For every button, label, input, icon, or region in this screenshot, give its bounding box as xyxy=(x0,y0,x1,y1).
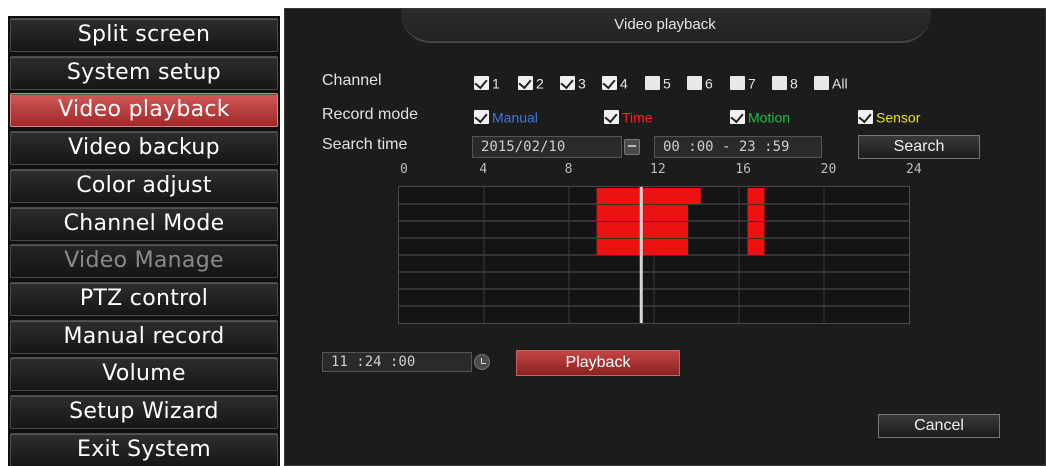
channel-label-text: 3 xyxy=(578,75,586,92)
playback-time-field[interactable]: 11 :24 :00 xyxy=(322,352,472,372)
mode-label-text: Manual xyxy=(492,109,538,126)
hour-tick-label: 20 xyxy=(820,162,837,177)
hour-tick-label: 24 xyxy=(906,162,922,177)
checkbox-icon xyxy=(730,110,745,125)
recording-segment xyxy=(747,205,765,221)
recording-timeline[interactable] xyxy=(398,186,910,324)
checkbox-icon xyxy=(858,110,873,125)
playback-cursor xyxy=(639,187,643,323)
hour-tick-label: 0 xyxy=(400,162,408,177)
channel-1-checkbox[interactable]: 1 xyxy=(474,73,500,91)
title-bar: Video playback xyxy=(285,9,1045,47)
channel-label-text: 7 xyxy=(748,75,756,92)
hour-tick-label: 12 xyxy=(650,162,666,177)
channel-label: Channel xyxy=(322,72,382,89)
record-mode-label: Record mode xyxy=(322,106,419,123)
recording-segment xyxy=(596,188,701,204)
checkbox-icon xyxy=(730,76,745,91)
menu-item-exit-system[interactable]: Exit System xyxy=(10,432,278,466)
channel-5-checkbox[interactable]: 5 xyxy=(645,73,671,91)
mode-time-checkbox[interactable]: Time xyxy=(604,107,653,125)
mode-label-text: Time xyxy=(622,109,653,126)
checkbox-icon xyxy=(687,76,702,91)
search-time-range-field[interactable]: 00 :00 - 23 :59 xyxy=(654,136,822,158)
checkbox-icon xyxy=(474,110,489,125)
cancel-button[interactable]: Cancel xyxy=(878,414,1000,438)
recording-segment xyxy=(747,239,765,255)
recording-segment xyxy=(747,222,765,238)
mode-label-text: Sensor xyxy=(876,109,921,126)
playback-button[interactable]: Playback xyxy=(516,350,680,376)
menu-item-video-manage: Video Manage xyxy=(10,244,278,279)
channel-label-text: All xyxy=(832,75,848,92)
mode-sensor-checkbox[interactable]: Sensor xyxy=(858,107,920,125)
recording-segment xyxy=(747,188,765,204)
window-title: Video playback xyxy=(614,16,716,33)
channel-6-checkbox[interactable]: 6 xyxy=(687,73,713,91)
search-date-field[interactable]: 2015/02/10 xyxy=(472,136,622,158)
timeline-graph xyxy=(399,187,909,323)
checkbox-icon xyxy=(602,76,617,91)
checkbox-icon xyxy=(772,76,787,91)
mode-manual-checkbox[interactable]: Manual xyxy=(474,107,538,125)
channel-label-text: 6 xyxy=(705,75,713,92)
menu-item-color-adjust[interactable]: Color adjust xyxy=(10,168,278,203)
channel-7-checkbox[interactable]: 7 xyxy=(730,73,756,91)
channel-4-checkbox[interactable]: 4 xyxy=(602,73,628,91)
checkbox-icon xyxy=(474,76,489,91)
hour-tick-label: 8 xyxy=(564,162,573,177)
search-button[interactable]: Search xyxy=(858,135,980,159)
channel-all-checkbox[interactable]: All xyxy=(814,73,848,91)
hour-tick-label: 4 xyxy=(479,162,488,177)
menu-item-channel-mode[interactable]: Channel Mode xyxy=(10,206,278,241)
mode-motion-checkbox[interactable]: Motion xyxy=(730,107,790,125)
channel-label-text: 1 xyxy=(492,75,500,92)
channel-label-text: 8 xyxy=(790,75,798,92)
checkbox-icon xyxy=(814,76,829,91)
menu-item-ptz-control[interactable]: PTZ control xyxy=(10,281,278,316)
channel-label-text: 5 xyxy=(663,75,671,92)
menu-item-setup-wizard[interactable]: Setup Wizard xyxy=(10,395,278,429)
menu-item-video-playback[interactable]: Video playback xyxy=(10,93,278,128)
menu-item-system-setup[interactable]: System setup xyxy=(10,55,278,90)
checkbox-icon xyxy=(604,110,619,125)
mode-label-text: Motion xyxy=(748,109,791,126)
checkbox-icon xyxy=(560,76,575,91)
channel-8-checkbox[interactable]: 8 xyxy=(772,73,798,91)
menu-item-manual-record[interactable]: Manual record xyxy=(10,319,278,354)
checkbox-icon xyxy=(645,76,660,91)
menu-item-split-screen[interactable]: Split screen xyxy=(10,18,278,52)
menu-item-video-backup[interactable]: Video backup xyxy=(10,131,278,166)
channel-label-text: 2 xyxy=(536,75,544,92)
channel-3-checkbox[interactable]: 3 xyxy=(560,73,586,91)
hour-tick-label: 16 xyxy=(735,162,751,177)
clock-icon[interactable] xyxy=(474,354,490,370)
menu-item-volume[interactable]: Volume xyxy=(10,357,278,392)
checkbox-icon xyxy=(518,76,533,91)
sidebar-menu: Split screen System setup Video playback Vi… xyxy=(8,16,280,466)
calendar-icon[interactable] xyxy=(624,139,640,155)
channel-label-text: 4 xyxy=(620,75,628,92)
channel-2-checkbox[interactable]: 2 xyxy=(518,73,544,91)
search-time-label: Search time xyxy=(322,136,408,153)
